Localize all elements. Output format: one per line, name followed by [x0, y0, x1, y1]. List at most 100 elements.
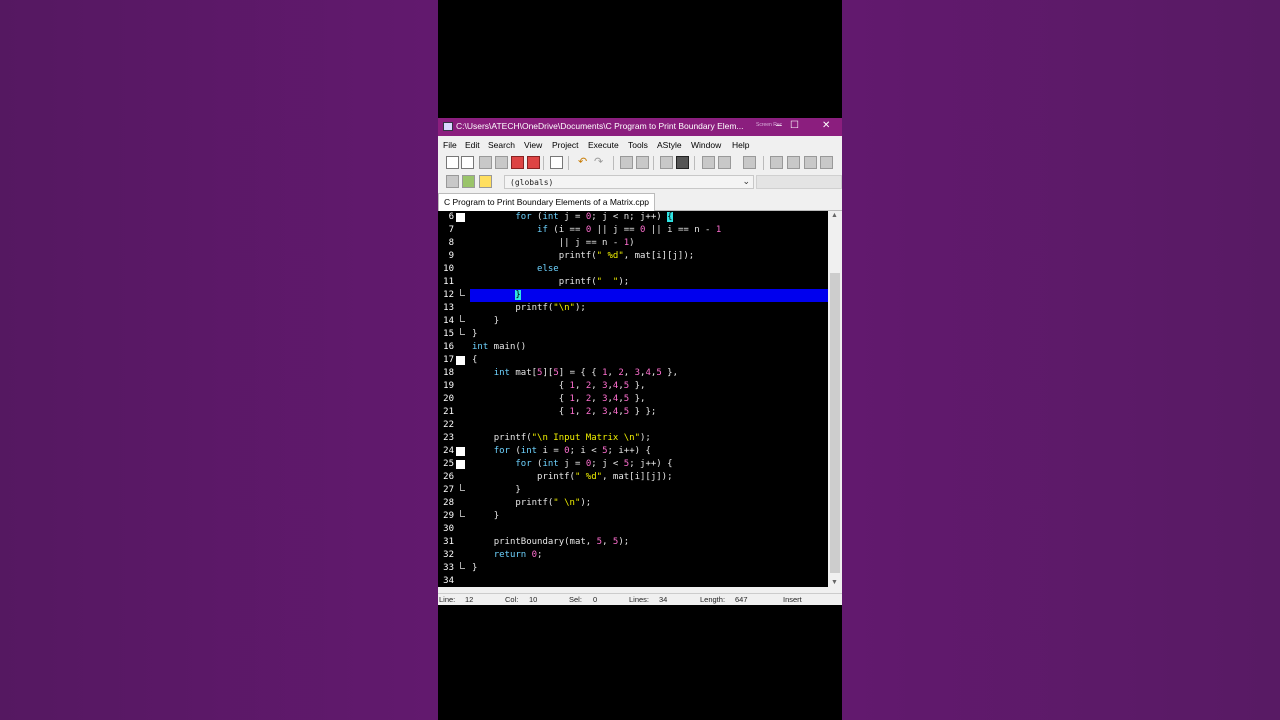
save-all-icon[interactable]: [495, 156, 508, 169]
close-button[interactable]: ✕: [822, 120, 830, 131]
line-number: 22: [443, 420, 454, 430]
menu-view[interactable]: View: [524, 140, 542, 150]
code-text: if (i == 0 || j == 0 || i == n - 1: [537, 225, 722, 235]
insert-icon[interactable]: [446, 175, 459, 188]
status-length-value: 647: [735, 595, 748, 604]
open-file-icon[interactable]: [461, 156, 474, 169]
indent-icon[interactable]: [718, 156, 731, 169]
code-line: 9 printf(" %d", mat[i][j]);: [438, 250, 828, 263]
code-line: 25 for (int j = 0; j < 5; j++) {: [438, 458, 828, 471]
code-line: 22: [438, 419, 828, 432]
class-toolbar: (globals) ⌄: [438, 173, 842, 192]
layout-icon[interactable]: [820, 156, 833, 169]
new-file-icon[interactable]: [446, 156, 459, 169]
code-editor[interactable]: 6 for (int j = 0; j < n; j++) { 7 if (i …: [438, 211, 828, 587]
menu-file[interactable]: File: [443, 140, 457, 150]
toolbar-separator: [613, 156, 614, 170]
line-number: 27: [443, 485, 454, 495]
menu-help[interactable]: Help: [732, 140, 749, 150]
compile-icon[interactable]: [462, 175, 475, 188]
line-number: 32: [443, 550, 454, 560]
line-number: 19: [443, 381, 454, 391]
scroll-down-icon[interactable]: ▼: [831, 579, 838, 586]
line-number: 7: [448, 225, 454, 235]
line-number: 6: [448, 212, 454, 222]
cascade-icon[interactable]: [787, 156, 800, 169]
code-line: 34: [438, 575, 828, 587]
code-line: 13 printf("\n");: [438, 302, 828, 315]
code-line: 17 {: [438, 354, 828, 367]
tab-active-file[interactable]: C Program to Print Boundary Elements of …: [438, 193, 656, 211]
fold-end-marker-icon: [456, 315, 465, 326]
code-text: }: [472, 329, 478, 339]
code-text: int main(): [472, 342, 527, 352]
line-number: 8: [448, 238, 454, 248]
menu-edit[interactable]: Edit: [465, 140, 480, 150]
code-text: for (int j = 0; j < n; j++) {: [515, 212, 673, 222]
fold-marker-icon[interactable]: [456, 460, 465, 469]
code-line: 11 printf(" ");: [438, 276, 828, 289]
status-mode: Insert: [783, 595, 802, 604]
code-text: }: [493, 316, 500, 326]
toolbar-separator: [568, 156, 569, 170]
fold-marker-icon[interactable]: [456, 447, 465, 456]
code-line: 15 }: [438, 328, 828, 341]
status-sel-label: Sel:: [569, 595, 582, 604]
line-number: 29: [443, 511, 454, 521]
close-all-icon[interactable]: [527, 156, 540, 169]
minimize-button[interactable]: –: [776, 120, 782, 131]
code-text: { 1, 2, 3,4,5 },: [558, 394, 646, 404]
undo-icon[interactable]: ↶: [578, 155, 587, 168]
fold-end-marker-icon: [456, 562, 465, 573]
code-line: 28 printf(" \n");: [438, 497, 828, 510]
code-text: { 1, 2, 3,4,5 } };: [558, 407, 657, 417]
code-line: 27 }: [438, 484, 828, 497]
line-number: 31: [443, 537, 454, 547]
code-line: 14 }: [438, 315, 828, 328]
line-number: 28: [443, 498, 454, 508]
line-number: 23: [443, 433, 454, 443]
bookmark-icon[interactable]: [676, 156, 689, 169]
unindent-icon[interactable]: [702, 156, 715, 169]
scope-value: (globals): [510, 178, 554, 187]
menu-tools[interactable]: Tools: [628, 140, 648, 150]
scope-dropdown[interactable]: (globals) ⌄: [504, 175, 754, 189]
redo-icon[interactable]: ↷: [594, 155, 603, 168]
menu-execute[interactable]: Execute: [588, 140, 619, 150]
member-dropdown[interactable]: [756, 175, 842, 189]
goto-line-icon[interactable]: [660, 156, 673, 169]
save-icon[interactable]: [479, 156, 492, 169]
find-icon[interactable]: [620, 156, 633, 169]
vertical-scrollbar[interactable]: ▲ ▼: [828, 211, 842, 587]
scroll-up-icon[interactable]: ▲: [831, 212, 838, 219]
line-number: 18: [443, 368, 454, 378]
code-line: 26 printf(" %d", mat[i][j]);: [438, 471, 828, 484]
line-number: 11: [443, 277, 454, 287]
code-text: }: [515, 485, 521, 495]
menu-astyle[interactable]: AStyle: [657, 140, 682, 150]
menu-window[interactable]: Window: [691, 140, 721, 150]
close-file-icon[interactable]: [511, 156, 524, 169]
fold-marker-icon[interactable]: [456, 356, 465, 365]
scrollbar-thumb[interactable]: [830, 273, 840, 573]
code-text: printf("\n Input Matrix \n");: [493, 433, 651, 443]
title-bar[interactable]: C:\Users\ATECH\OneDrive\Documents\C Prog…: [438, 118, 842, 136]
code-text: printf("\n");: [515, 303, 586, 313]
status-col-label: Col:: [505, 595, 519, 604]
fold-end-marker-icon: [456, 510, 465, 521]
background-right: [842, 0, 1280, 720]
code-line: 31 printBoundary(mat, 5, 5);: [438, 536, 828, 549]
status-length-label: Length:: [700, 595, 726, 604]
menu-project[interactable]: Project: [552, 140, 578, 150]
line-number: 34: [443, 576, 454, 586]
fold-end-marker-icon: [456, 484, 465, 495]
replace-icon[interactable]: [636, 156, 649, 169]
grid-icon[interactable]: [804, 156, 817, 169]
menu-search[interactable]: Search: [488, 140, 515, 150]
maximize-button[interactable]: ☐: [790, 120, 799, 131]
toggle-comment-icon[interactable]: [743, 156, 756, 169]
toggle-bookmark-icon[interactable]: [479, 175, 492, 188]
print-icon[interactable]: [550, 156, 563, 169]
fold-marker-icon[interactable]: [456, 213, 465, 222]
tile-icon[interactable]: [770, 156, 783, 169]
